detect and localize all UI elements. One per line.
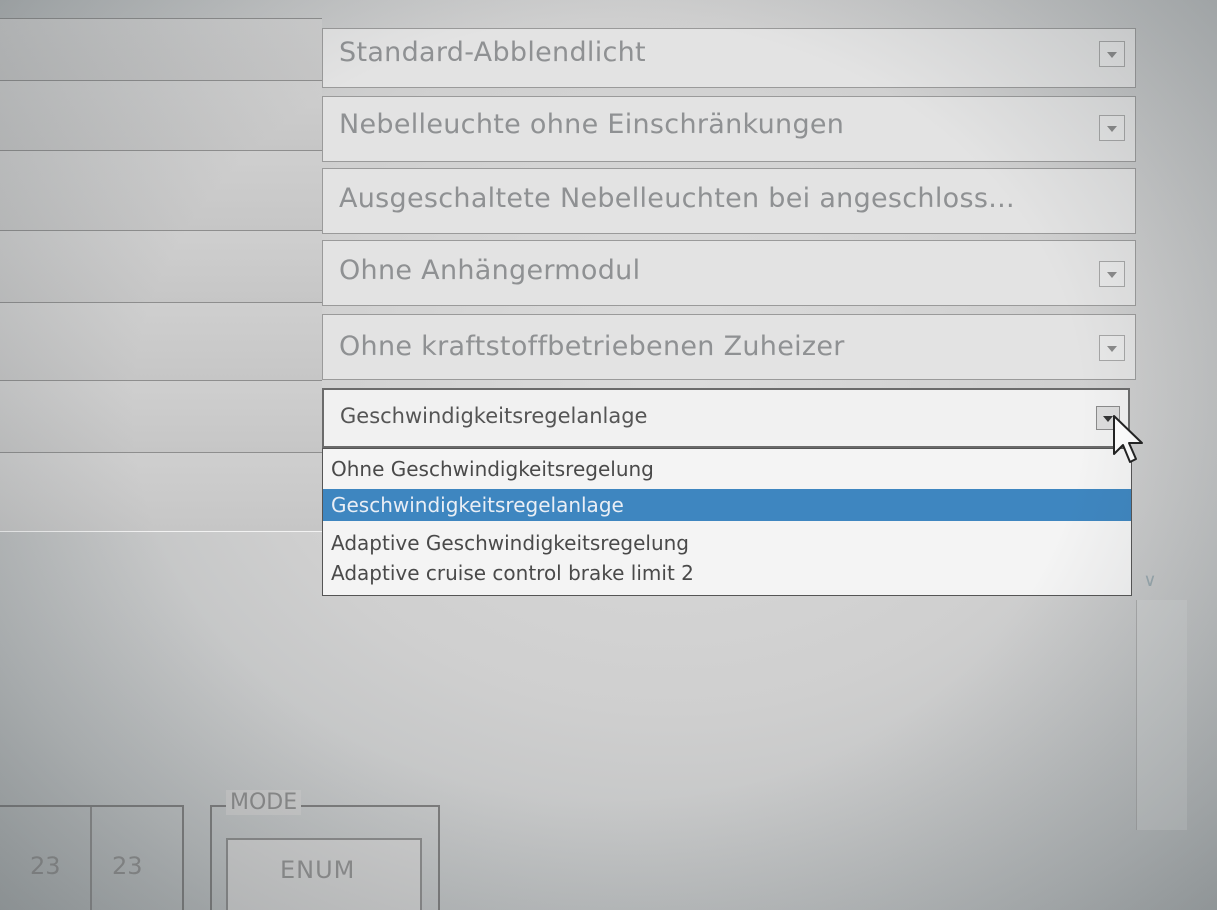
dropdown-option[interactable]: Ohne Geschwindigkeitsregelung bbox=[323, 453, 1131, 485]
chevron-down-icon[interactable] bbox=[1099, 261, 1125, 287]
field-value: Standard-Abblendlicht bbox=[339, 37, 646, 68]
side-panel bbox=[1136, 600, 1187, 830]
dropdown-option[interactable]: Adaptive Geschwindigkeitsregelung bbox=[323, 527, 1131, 559]
label-cell-2 bbox=[0, 80, 322, 152]
setting-select-trailer-module[interactable]: Ohne Anhängermodul bbox=[322, 240, 1136, 306]
mouse-cursor-icon bbox=[1113, 415, 1143, 463]
label-cell-1 bbox=[0, 18, 322, 82]
field-value: Nebelleuchte ohne Einschränkungen bbox=[339, 109, 845, 140]
setting-field-fog-trailer[interactable]: Ausgeschaltete Nebelleuchten bei angesch… bbox=[322, 168, 1136, 234]
counter-value-b: 23 bbox=[112, 852, 143, 880]
label-cell-6 bbox=[0, 380, 322, 454]
scroll-down-icon[interactable]: ∨ bbox=[1138, 568, 1162, 594]
divider bbox=[90, 807, 92, 910]
label-cell-7 bbox=[0, 452, 322, 532]
mode-value: ENUM bbox=[280, 856, 356, 884]
mode-label: MODE bbox=[226, 790, 302, 815]
label-cell-5 bbox=[0, 302, 322, 382]
dropdown-option-highlighted[interactable]: Geschwindigkeitsregelanlage bbox=[323, 489, 1131, 521]
chevron-down-icon[interactable] bbox=[1099, 335, 1125, 361]
chevron-down-icon[interactable] bbox=[1099, 41, 1125, 67]
setting-select-headlight[interactable]: Standard-Abblendlicht bbox=[322, 28, 1136, 88]
cruise-control-dropdown-list[interactable]: Ohne Geschwindigkeitsregelung Geschwindi… bbox=[322, 448, 1132, 596]
counter-value-a: 23 bbox=[30, 852, 61, 880]
label-cell-3 bbox=[0, 150, 322, 232]
dropdown-option[interactable]: Adaptive cruise control brake limit 2 bbox=[323, 557, 1131, 589]
setting-select-aux-heater[interactable]: Ohne kraftstoffbetriebenen Zuheizer bbox=[322, 314, 1136, 380]
field-value: Ohne Anhängermodul bbox=[339, 255, 641, 286]
field-value: Ausgeschaltete Nebelleuchten bei angesch… bbox=[339, 183, 1015, 214]
label-cell-4 bbox=[0, 230, 322, 304]
selected-value: Geschwindigkeitsregelanlage bbox=[340, 404, 648, 428]
chevron-down-icon[interactable] bbox=[1099, 115, 1125, 141]
field-value: Ohne kraftstoffbetriebenen Zuheizer bbox=[339, 331, 845, 362]
setting-select-fog-light[interactable]: Nebelleuchte ohne Einschränkungen bbox=[322, 96, 1136, 162]
counter-box bbox=[0, 805, 184, 910]
cruise-control-select[interactable]: Geschwindigkeitsregelanlage bbox=[322, 388, 1130, 448]
